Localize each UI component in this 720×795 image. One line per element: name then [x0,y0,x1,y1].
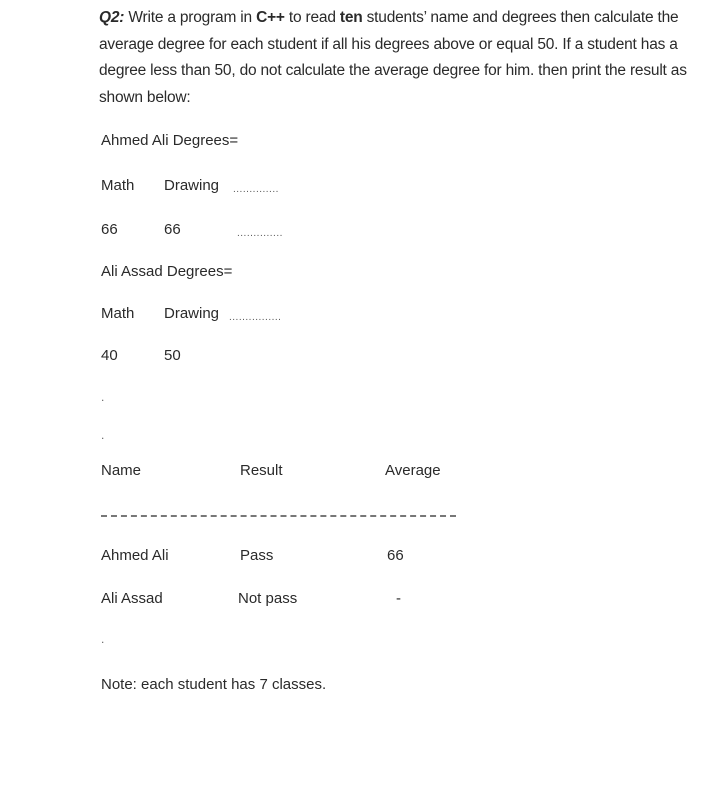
note-text: Note: each student has 7 classes. [101,676,327,693]
row-average: - [396,590,401,607]
student-2-degree-math: 40 [101,347,118,364]
column-header-result: Result [240,462,283,479]
ellipsis-bullet: . [101,428,105,442]
row-result: Pass [240,547,274,564]
language-name: C++ [256,9,285,26]
student-count: ten [339,9,363,26]
student-2-subject-math: Math [101,305,135,322]
student-1-subject-math: Math [101,177,135,194]
ellipsis-bullet: . [101,632,105,646]
question-paragraph: Q2: Write a program in C++ to read ten s… [99,9,687,106]
student-1-degree-drawing: 66 [164,221,181,238]
column-header-name: Name [101,462,142,479]
row-result: Not pass [238,590,298,607]
row-name: Ali Assad [101,590,163,607]
column-header-average: Average [385,462,441,479]
question-label: Q2: [99,9,125,26]
ellipsis-bullet: . [101,390,105,404]
student-1-subjects-trail: .............. [233,184,279,195]
row-name: Ahmed Ali [101,547,169,564]
row-average: 66 [387,547,404,564]
student-2-degree-drawing: 50 [164,347,181,364]
table-separator [101,515,456,517]
student-1-degree-math: 66 [101,221,118,238]
student-1-header: Ahmed Ali Degrees= [101,132,239,149]
student-2-subjects-trail: ................ [229,312,282,323]
student-1-degrees-trail: .............. [237,228,283,239]
student-2-header: Ali Assad Degrees= [101,263,233,280]
student-1-subject-drawing: Drawing [164,177,220,194]
student-2-subject-drawing: Drawing [164,305,220,322]
